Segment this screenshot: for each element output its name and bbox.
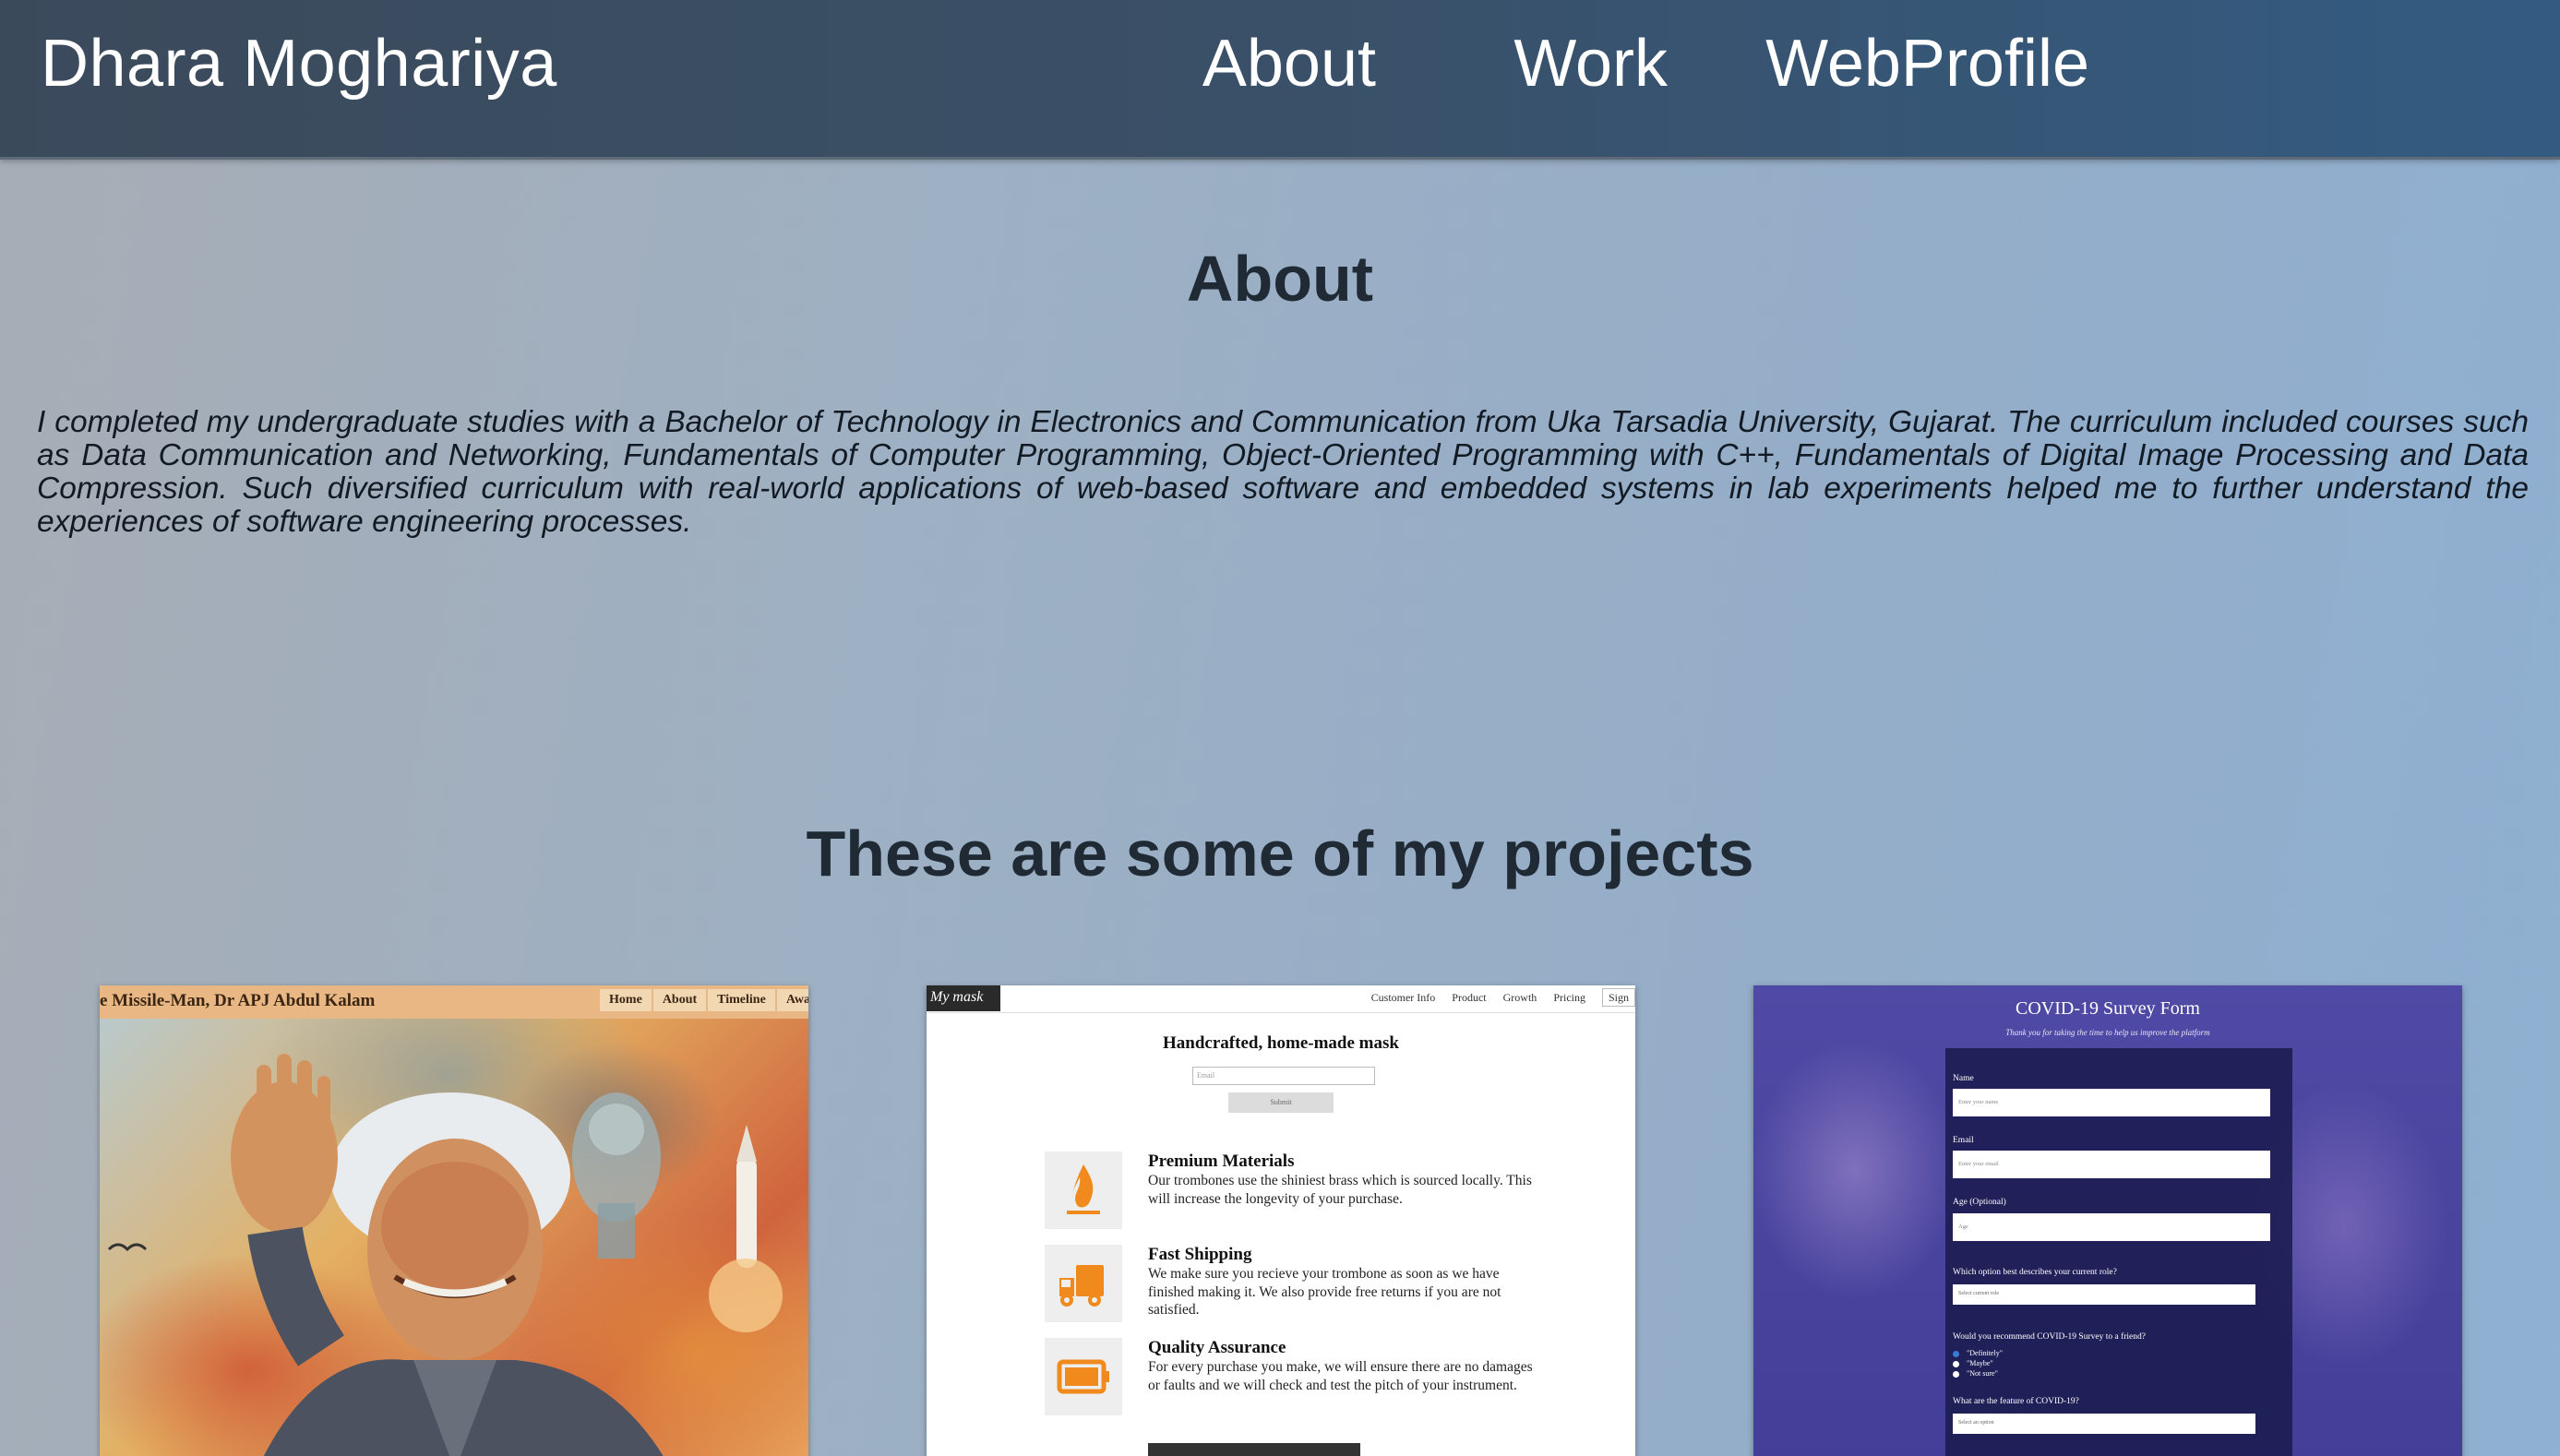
feature-title: Quality Assurance [1148, 1338, 1286, 1357]
site-brand[interactable]: Dhara Moghariya [41, 26, 557, 101]
project-preview-navbar: My mask Customer Info Product Growth Pricin… [927, 985, 1635, 1013]
form-label: Age (Optional) [1953, 1198, 2006, 1207]
project-preview-email-field: Email [1192, 1067, 1375, 1085]
flame-icon [1045, 1152, 1122, 1229]
project-preview-logo: My mask [927, 985, 1000, 1011]
project-preview-submit-button: Submit [1228, 1092, 1334, 1113]
about-paragraph: I completed my undergraduate studies wit… [37, 405, 2529, 539]
feature-body: We make sure you recieve your trombone a… [1148, 1266, 1501, 1318]
top-navbar: Dhara Moghariya About Work WebProfile [0, 0, 2560, 160]
form-label: What are the feature of COVID-19? [1953, 1397, 2079, 1406]
project-preview-navbar: e Missile-Man, Dr APJ Abdul Kalam Home Ab… [100, 985, 808, 1019]
form-role-select: Select current role [1953, 1284, 2255, 1305]
project-preview-video [1148, 1443, 1360, 1456]
project-preview-hero-title: Handcrafted, home-made mask [1163, 1033, 1399, 1053]
project-preview-nav: Customer Info Product Growth Pricing Sign [1370, 988, 1635, 1007]
project-card-kalam[interactable]: e Missile-Man, Dr APJ Abdul Kalam Home Ab… [100, 985, 808, 1456]
form-email-field: Enter your email [1953, 1151, 2270, 1178]
preview-nav-item: Product [1452, 991, 1487, 1004]
nav-link-work[interactable]: Work [1513, 26, 1668, 101]
form-label: Would you recommend COVID-19 Survey to a… [1953, 1332, 2146, 1342]
preview-nav-item: Pricing [1553, 991, 1585, 1004]
radio-label: "Maybe" [1967, 1359, 1993, 1367]
form-radio-option: "Definitely" [1953, 1349, 2003, 1357]
battery-icon [1045, 1338, 1122, 1415]
form-label: Which option best describes your current… [1953, 1268, 2117, 1277]
feature-title: Fast Shipping [1148, 1245, 1252, 1264]
project-preview-title: e Missile-Man, Dr APJ Abdul Kalam [100, 991, 376, 1010]
preview-nav-item: Home [600, 989, 652, 1011]
preview-nav-item: Timeline [708, 989, 775, 1011]
project-card-mask-landing[interactable]: My mask Customer Info Product Growth Pricin… [927, 985, 1635, 1456]
truck-icon [1045, 1245, 1122, 1322]
form-feature-select: Select an option [1953, 1414, 2255, 1434]
project-preview-title: COVID-19 Survey Form [2016, 998, 2200, 1019]
form-name-field: Enter your name [1953, 1089, 2270, 1116]
feature-body: For every purchase you make, we will ens… [1148, 1359, 1533, 1393]
preview-nav-item: Growth [1502, 991, 1537, 1004]
project-preview-form: Name Enter your name Email Enter your em… [1945, 1048, 2292, 1456]
nav-link-webprofile[interactable]: WebProfile [1765, 26, 2089, 101]
preview-nav-item: Sign [1601, 988, 1635, 1007]
about-heading: About [1186, 243, 1374, 315]
project-preview-subtitle: Thank you for taking the time to help us… [2005, 1028, 2210, 1037]
form-radio-option: "Not sure" [1953, 1369, 1998, 1378]
project-preview-nav: Home About Timeline Awa [598, 989, 808, 1013]
project-preview-portrait-image [100, 1019, 808, 1456]
portrait-illustration [107, 1054, 783, 1456]
nav-link-about[interactable]: About [1202, 26, 1376, 101]
radio-label: "Definitely" [1967, 1349, 2003, 1357]
form-label: Email [1953, 1136, 1974, 1145]
feature-title: Premium Materials [1148, 1152, 1295, 1171]
preview-nav-item: Awa [776, 989, 808, 1011]
form-age-field: Age [1953, 1213, 2270, 1241]
form-radio-option: "Maybe" [1953, 1359, 1993, 1367]
projects-heading: These are some of my projects [806, 818, 1754, 889]
feature-body: Our trombones use the shiniest brass whi… [1148, 1173, 1532, 1207]
preview-nav-item: About [652, 989, 707, 1011]
project-card-survey-form[interactable]: COVID-19 Survey Form Thank you for takin… [1753, 985, 2462, 1456]
radio-label: "Not sure" [1967, 1369, 1998, 1378]
form-label: Name [1953, 1074, 1974, 1083]
preview-nav-item: Customer Info [1370, 991, 1436, 1004]
